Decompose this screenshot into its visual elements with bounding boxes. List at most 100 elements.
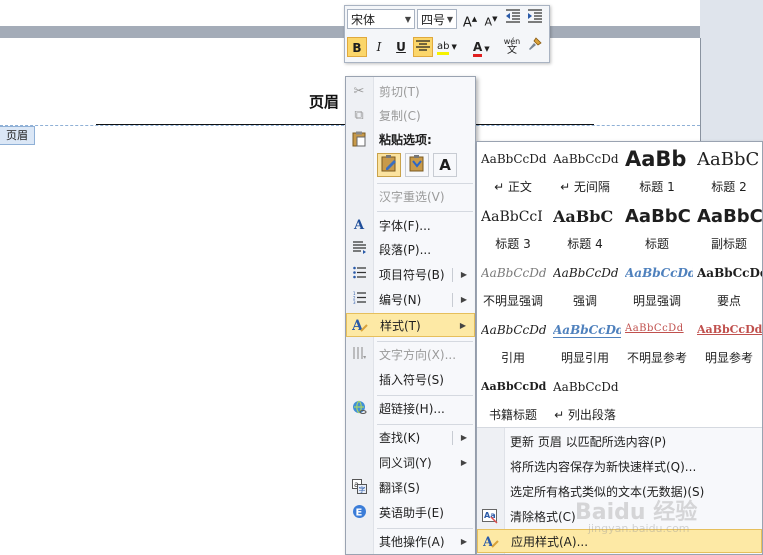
style-preview: AaBbCcDd bbox=[697, 323, 763, 336]
style-name: 强调 bbox=[572, 294, 597, 308]
chevron-down-icon: ▼ bbox=[446, 15, 453, 24]
menu-item-font[interactable]: A 字体(F)... bbox=[346, 214, 475, 238]
menu-item-label: 查找(K) bbox=[379, 431, 421, 445]
paste-keep-source-button[interactable] bbox=[377, 153, 401, 177]
keep-source-format-icon bbox=[380, 155, 398, 176]
menu-separator bbox=[377, 528, 473, 529]
style-title[interactable]: AaBbC 标题 bbox=[621, 199, 693, 256]
font-icon: A bbox=[353, 218, 365, 233]
menu-item-numbering[interactable]: 123 编号(N) ▶ bbox=[346, 288, 475, 312]
style-heading-4[interactable]: AaBbC 标题 4 bbox=[549, 199, 621, 256]
menu-item-find[interactable]: 查找(K) ▶ bbox=[346, 426, 475, 450]
style-heading-1[interactable]: AaBb 标题 1 bbox=[621, 142, 693, 199]
style-preview: AaBbC bbox=[697, 149, 760, 170]
save-as-quick-style-command[interactable]: 将所选内容保存为新快速样式(Q)... bbox=[477, 455, 762, 479]
chevron-down-icon: ▼ bbox=[404, 15, 411, 24]
styles-gallery: AaBbCcDd ↵ 正文 AaBbCcDd ↵ 无间隔 AaBb 标题 1 A… bbox=[476, 141, 763, 555]
update-style-to-match-command[interactable]: 更新 页眉 以匹配所选内容(P) bbox=[477, 430, 762, 454]
format-painter-button[interactable] bbox=[525, 37, 545, 57]
italic-button[interactable]: I bbox=[369, 37, 389, 57]
paste-text-only-button[interactable]: A bbox=[433, 153, 457, 177]
font-name-value: 宋体 bbox=[351, 13, 376, 27]
menu-item-label: 翻译(S) bbox=[379, 481, 420, 495]
font-color-button[interactable]: A ▼ bbox=[469, 37, 495, 57]
grow-font-button[interactable]: A▲ bbox=[460, 9, 480, 31]
style-book-title[interactable]: AaBbCcDd 书籍标题 bbox=[477, 370, 549, 427]
decrease-indent-icon bbox=[506, 9, 520, 23]
styles-commands: 更新 页眉 以匹配所选内容(P) 将所选内容保存为新快速样式(Q)... 选定所… bbox=[477, 427, 762, 554]
menu-item-copy[interactable]: ⧉ 复制(C) bbox=[346, 104, 475, 128]
underline-button[interactable]: U bbox=[391, 37, 411, 57]
style-heading-2[interactable]: AaBbC 标题 2 bbox=[693, 142, 762, 199]
menu-item-label: 样式(T) bbox=[380, 319, 421, 333]
menu-separator bbox=[377, 183, 473, 184]
text-direction-icon bbox=[350, 346, 368, 364]
font-color-icon: A bbox=[473, 40, 483, 57]
style-normal[interactable]: AaBbCcDd ↵ 正文 bbox=[477, 142, 549, 199]
clear-format-icon: Aa bbox=[481, 508, 499, 526]
style-subtle-reference[interactable]: AaBbCcDd 不明显参考 bbox=[621, 313, 693, 370]
style-list-paragraph[interactable]: AaBbCcDd ↵ 列出段落 bbox=[549, 370, 621, 427]
menu-item-hyperlink[interactable]: 超链接(H)... bbox=[346, 397, 475, 421]
menu-item-english-assistant[interactable]: E 英语助手(E) bbox=[346, 501, 475, 525]
phonetic-guide-button[interactable]: wén 文 bbox=[502, 37, 522, 57]
increase-indent-button[interactable] bbox=[525, 9, 545, 29]
menu-item-text-direction[interactable]: 文字方向(X)... bbox=[346, 343, 475, 367]
style-no-spacing[interactable]: AaBbCcDd ↵ 无间隔 bbox=[549, 142, 621, 199]
grow-font-icon: A bbox=[462, 15, 472, 31]
style-name: 副标题 bbox=[710, 237, 747, 251]
style-preview: AaBbCcDd bbox=[553, 380, 619, 394]
style-quote[interactable]: AaBbCcDd 引用 bbox=[477, 313, 549, 370]
menu-item-label: 插入符号(S) bbox=[379, 373, 444, 387]
font-size-select[interactable]: 四号 ▼ bbox=[417, 9, 457, 29]
menu-item-bullets[interactable]: 项目符号(B) ▶ bbox=[346, 263, 475, 287]
chevron-right-icon: ▶ bbox=[459, 321, 466, 330]
style-emphasis[interactable]: AaBbCcDd 强调 bbox=[549, 256, 621, 313]
font-name-select[interactable]: 宋体 ▼ bbox=[347, 9, 415, 29]
paste-options-heading: 粘贴选项: bbox=[346, 128, 475, 152]
styles-icon: A bbox=[351, 317, 369, 335]
menu-item-label: 文字方向(X)... bbox=[379, 348, 457, 362]
split-separator bbox=[452, 293, 453, 307]
header-text[interactable]: 页眉 bbox=[309, 91, 339, 112]
context-menu: ✂ 剪切(T) ⧉ 复制(C) 粘贴选项: A 汉字重选(V) A 字体(F).… bbox=[345, 76, 476, 555]
highlight-button[interactable]: ab ▼ bbox=[435, 37, 461, 57]
svg-text:E: E bbox=[355, 508, 362, 519]
style-subtle-emphasis[interactable]: AaBbCcDd 不明显强调 bbox=[477, 256, 549, 313]
menu-item-styles[interactable]: A 样式(T) ▶ bbox=[346, 313, 475, 337]
menu-item-label: 复制(C) bbox=[379, 109, 421, 123]
center-align-button[interactable] bbox=[413, 37, 433, 57]
style-preview: AaBbC bbox=[553, 207, 614, 226]
shrink-font-button[interactable]: A▼ bbox=[481, 9, 501, 29]
font-size-value: 四号 bbox=[421, 13, 446, 27]
style-preview: AaBbCcDd bbox=[481, 152, 547, 166]
decrease-indent-button[interactable] bbox=[503, 9, 523, 29]
menu-item-cut[interactable]: ✂ 剪切(T) bbox=[346, 80, 475, 104]
style-preview: AaBbCcDd bbox=[481, 323, 547, 337]
style-name: 标题 3 bbox=[495, 237, 531, 251]
bold-button[interactable]: B bbox=[347, 37, 367, 57]
style-heading-3[interactable]: AaBbCcI 标题 3 bbox=[477, 199, 549, 256]
menu-item-paragraph[interactable]: 段落(P)... bbox=[346, 238, 475, 262]
style-strong[interactable]: AaBbCcDd 要点 bbox=[693, 256, 762, 313]
menu-item-more-actions[interactable]: 其他操作(A) ▶ bbox=[346, 530, 475, 554]
translate-icon: a字 bbox=[350, 479, 368, 497]
menu-item-translate[interactable]: a字 翻译(S) bbox=[346, 476, 475, 500]
style-subtitle[interactable]: AaBbC 副标题 bbox=[693, 199, 762, 256]
split-separator bbox=[452, 268, 453, 282]
style-name: 标题 4 bbox=[567, 237, 603, 251]
svg-text:3: 3 bbox=[353, 300, 356, 304]
numbering-icon: 123 bbox=[350, 291, 368, 309]
paste-merge-format-button[interactable] bbox=[405, 153, 429, 177]
style-intense-reference[interactable]: AaBbCcDd 明显参考 bbox=[693, 313, 763, 370]
style-intense-quote[interactable]: AaBbCcDd 明显引用 bbox=[549, 313, 621, 370]
menu-item-synonyms[interactable]: 同义词(Y) ▶ bbox=[346, 451, 475, 475]
menu-item-insert-symbol[interactable]: 插入符号(S) bbox=[346, 368, 475, 392]
clipboard-icon bbox=[350, 131, 368, 149]
menu-item-label: 编号(N) bbox=[379, 293, 422, 307]
menu-item-reconvert[interactable]: 汉字重选(V) bbox=[346, 185, 475, 209]
style-name: 明显强调 bbox=[632, 294, 681, 308]
menu-item-label: 段落(P)... bbox=[379, 243, 432, 257]
style-intense-emphasis[interactable]: AaBbCcDd 明显强调 bbox=[621, 256, 693, 313]
increase-indent-icon bbox=[528, 9, 542, 23]
